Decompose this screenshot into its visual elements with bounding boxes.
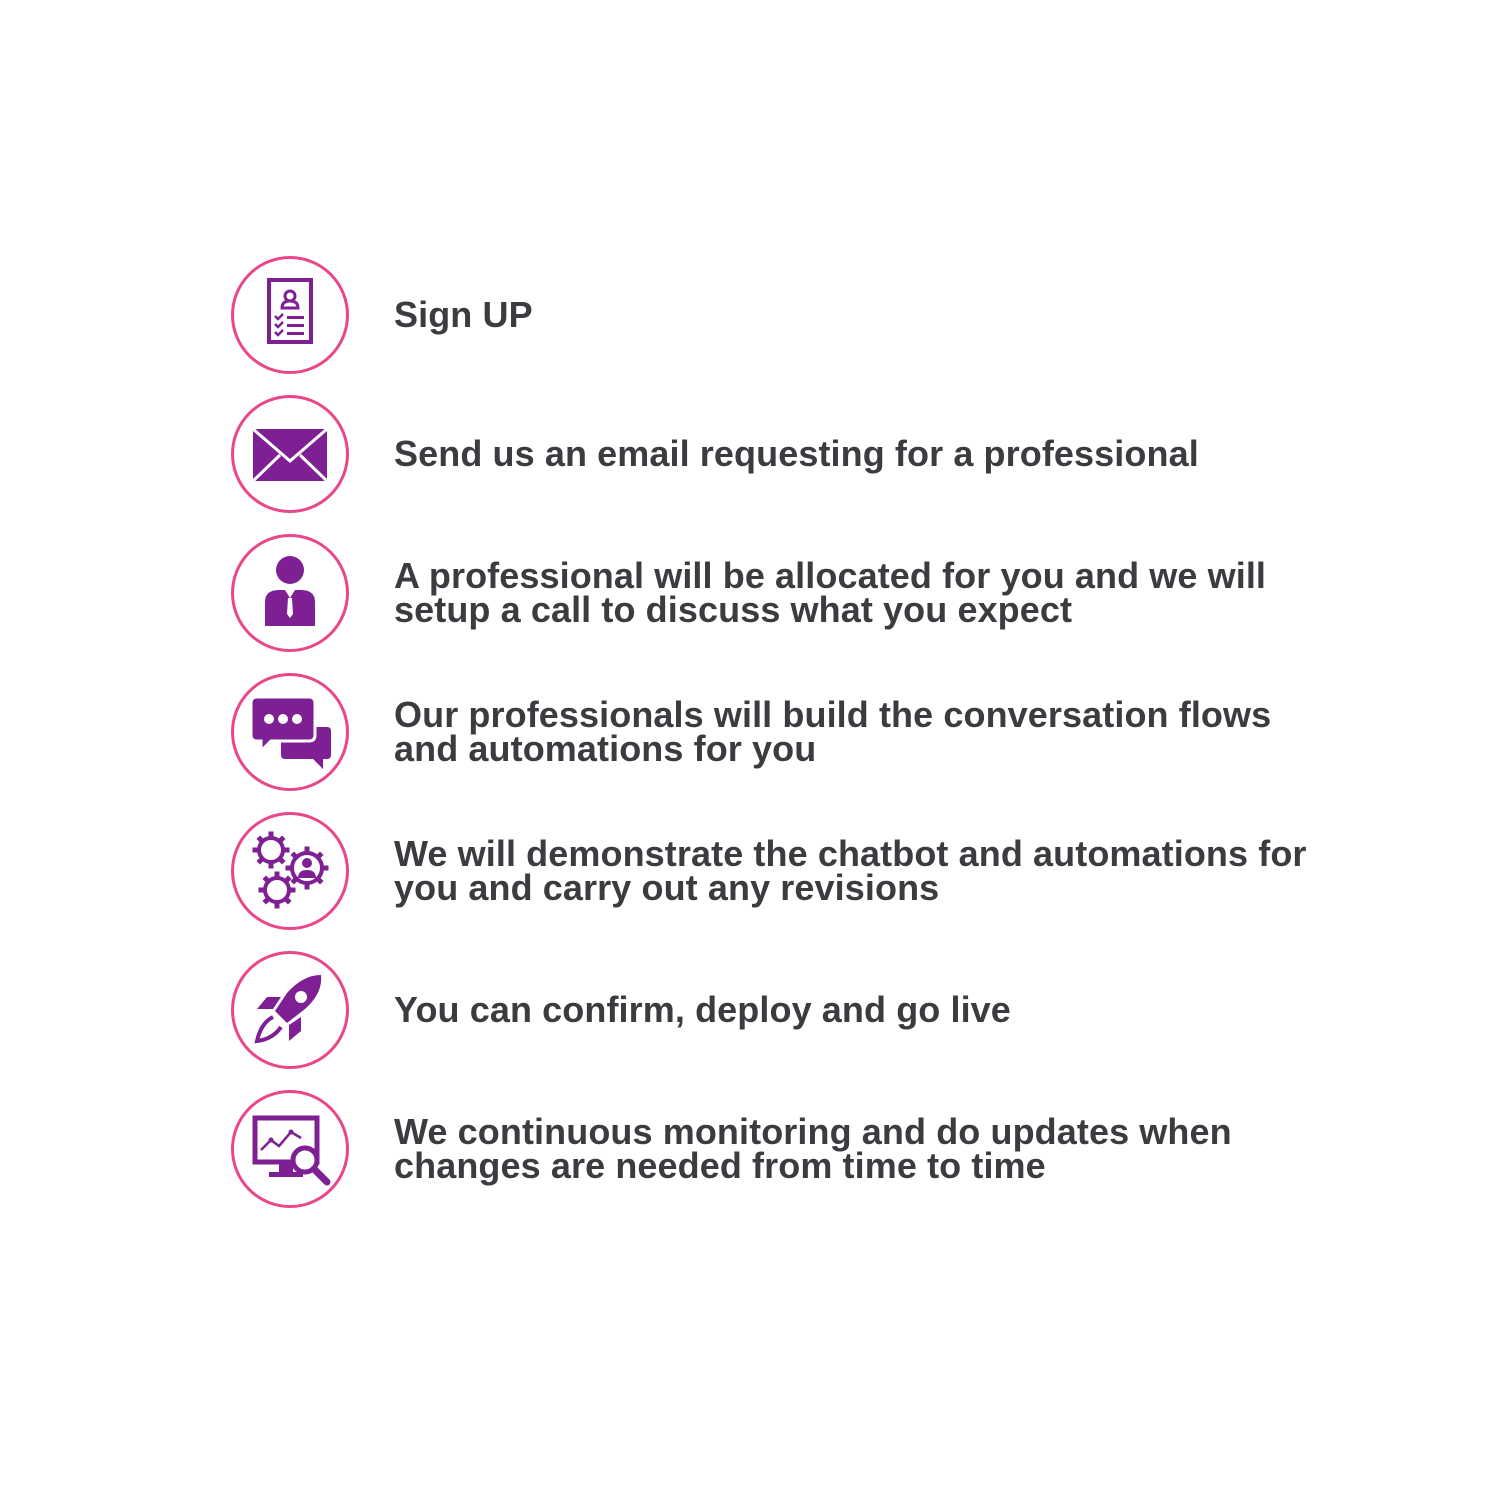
step-line: Sign UP bbox=[394, 294, 533, 335]
step-icon-circle bbox=[231, 951, 349, 1069]
step-build-flows: Our professionals will build the convers… bbox=[231, 673, 1331, 791]
step-line: you and carry out any revisions bbox=[394, 867, 940, 908]
step-sign-up: Sign UP bbox=[231, 256, 1331, 374]
gears-person-icon bbox=[252, 831, 329, 909]
step-line: You can confirm, deploy and go live bbox=[394, 989, 1011, 1030]
step-icon-circle bbox=[231, 812, 349, 930]
step-icon-circle bbox=[231, 673, 349, 791]
step-text: Send us an email requesting for a profes… bbox=[394, 395, 1314, 513]
step-text: A professional will be allocated for you… bbox=[394, 534, 1314, 652]
step-line: We will demonstrate the chatbot and auto… bbox=[394, 833, 1307, 874]
step-text: We will demonstrate the chatbot and auto… bbox=[394, 812, 1314, 930]
step-line: A professional will be allocated for you… bbox=[394, 555, 1267, 596]
step-line: setup a call to discuss what you expect bbox=[394, 589, 1073, 630]
step-text: You can confirm, deploy and go live bbox=[394, 951, 1314, 1069]
step-monitoring: We continuous monitoring and do updates … bbox=[231, 1090, 1331, 1208]
step-icon-circle bbox=[231, 256, 349, 374]
step-send-email: Send us an email requesting for a profes… bbox=[231, 395, 1331, 513]
step-text: Our professionals will build the convers… bbox=[394, 673, 1314, 791]
step-demonstrate: We will demonstrate the chatbot and auto… bbox=[231, 812, 1331, 930]
step-icon-circle bbox=[231, 534, 349, 652]
envelope-icon bbox=[251, 427, 329, 483]
step-line: Our professionals will build the convers… bbox=[394, 694, 1272, 735]
step-icon-circle bbox=[231, 395, 349, 513]
step-text: We continuous monitoring and do updates … bbox=[394, 1090, 1314, 1208]
step-line: Send us an email requesting for a profes… bbox=[394, 433, 1199, 474]
rocket-icon bbox=[254, 975, 322, 1044]
step-line: and automations for you bbox=[394, 728, 817, 769]
step-text: Sign UP bbox=[394, 256, 1314, 374]
step-professional-allocated: A professional will be allocated for you… bbox=[231, 534, 1331, 652]
businessman-icon bbox=[265, 556, 315, 626]
chat-bubbles-icon bbox=[249, 695, 331, 769]
step-icon-circle bbox=[231, 1090, 349, 1208]
signup-form-icon bbox=[267, 278, 313, 344]
step-go-live: You can confirm, deploy and go live bbox=[231, 951, 1331, 1069]
step-line: changes are needed from time to time bbox=[394, 1145, 1046, 1186]
step-line: We continuous monitoring and do updates … bbox=[394, 1111, 1232, 1152]
monitor-search-icon bbox=[252, 1115, 331, 1186]
